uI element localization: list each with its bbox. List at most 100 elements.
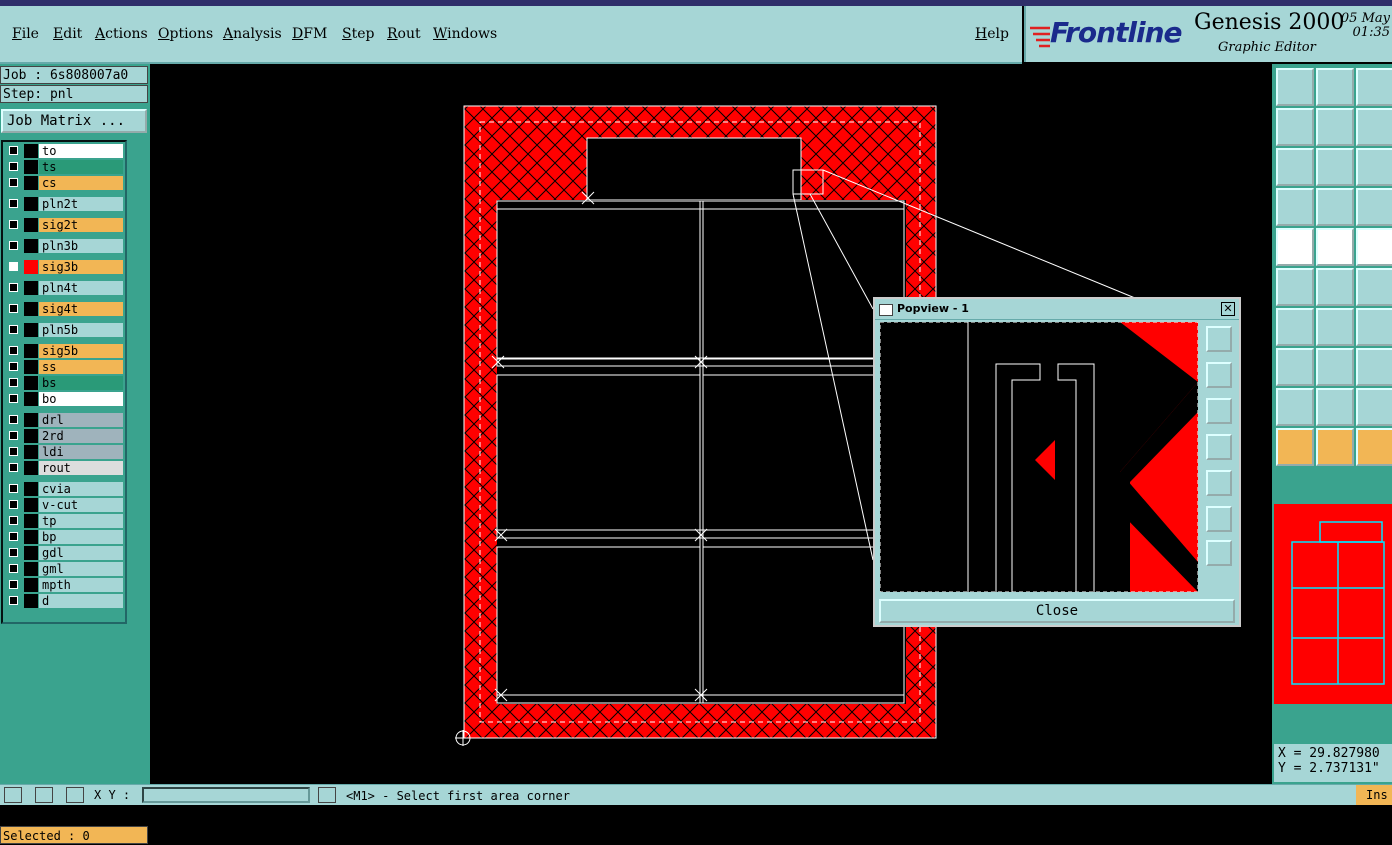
ruler-icon[interactable]	[1356, 228, 1392, 266]
layer-row-v-cut[interactable]: v-cut	[7, 498, 123, 512]
layer-name[interactable]: bp	[39, 530, 123, 544]
move-down-icon[interactable]	[1316, 68, 1354, 106]
measure-tool-icon[interactable]	[35, 787, 53, 803]
layer-name[interactable]: cs	[39, 176, 123, 190]
layer-row-ldi[interactable]: ldi	[7, 445, 123, 459]
layer-checkbox[interactable]	[9, 447, 18, 456]
layer-row-pln4t[interactable]: pln4t	[7, 281, 123, 295]
layer-name[interactable]: ss	[39, 360, 123, 374]
close-button[interactable]: Close	[879, 599, 1235, 623]
menu-help[interactable]: Help	[975, 26, 1009, 42]
popview-canvas[interactable]	[879, 321, 1199, 593]
layer-name[interactable]: d	[39, 594, 123, 608]
layer-row-pln5b[interactable]: pln5b	[7, 323, 123, 337]
expand-icon[interactable]	[1356, 348, 1392, 386]
layer-checkbox[interactable]	[9, 431, 18, 440]
layer-checkbox[interactable]	[9, 199, 18, 208]
pointer-icon[interactable]	[1276, 428, 1314, 466]
menu-options[interactable]: Options	[158, 26, 213, 42]
layer-checkbox[interactable]	[9, 516, 18, 525]
line-icon[interactable]	[1276, 308, 1314, 346]
menu-file[interactable]: File	[12, 26, 39, 42]
pad-icon[interactable]	[1276, 348, 1314, 386]
layer-name[interactable]: sig5b	[39, 344, 123, 358]
pan-up-icon[interactable]	[1206, 362, 1232, 388]
job-matrix-button[interactable]: Job Matrix ...	[1, 109, 147, 133]
layer-row-pln2t[interactable]: pln2t	[7, 197, 123, 211]
layer-checkbox[interactable]	[9, 325, 18, 334]
layer-checkbox[interactable]	[9, 463, 18, 472]
layer-name[interactable]: 2rd	[39, 429, 123, 443]
layer-name[interactable]: to	[39, 144, 123, 158]
menu-edit[interactable]: Edit	[53, 26, 82, 42]
layer-name[interactable]: rout	[39, 461, 123, 475]
layer-name[interactable]: tp	[39, 514, 123, 528]
pan-right-icon[interactable]	[1206, 470, 1232, 496]
layer-row-cs[interactable]: cs	[7, 176, 123, 190]
layer-name[interactable]: bs	[39, 376, 123, 390]
undo-icon[interactable]	[1356, 108, 1392, 146]
layer-checkbox[interactable]	[9, 580, 18, 589]
layer-row-rout[interactable]: rout	[7, 461, 123, 475]
layer-row-sig4t[interactable]: sig4t	[7, 302, 123, 316]
snap-icon[interactable]	[1276, 228, 1314, 266]
arch-icon[interactable]	[1356, 388, 1392, 426]
layer-tree-icon[interactable]	[1356, 188, 1392, 226]
menu-actions[interactable]: Actions	[95, 26, 148, 42]
layer-row-ss[interactable]: ss	[7, 360, 123, 374]
layer-name[interactable]: gml	[39, 562, 123, 576]
xy-input[interactable]	[142, 787, 310, 803]
layer-row-bs[interactable]: bs	[7, 376, 123, 390]
menu-dfm[interactable]: DFM	[292, 26, 327, 42]
zoom-fit-vertical-icon[interactable]	[1206, 540, 1232, 566]
move-up-icon[interactable]	[1276, 68, 1314, 106]
zoom-ratio-icon[interactable]	[1356, 148, 1392, 186]
layer-checkbox[interactable]	[9, 500, 18, 509]
slash-icon[interactable]	[1316, 308, 1354, 346]
layer-checkbox[interactable]	[9, 304, 18, 313]
layer-row-drl[interactable]: drl	[7, 413, 123, 427]
layer-checkbox[interactable]	[9, 378, 18, 387]
menu-rout[interactable]: Rout	[387, 26, 421, 42]
layer-name[interactable]: sig2t	[39, 218, 123, 232]
layer-row-sig2t[interactable]: sig2t	[7, 218, 123, 232]
layer-checkbox[interactable]	[9, 262, 18, 271]
layer-name[interactable]: ts	[39, 160, 123, 174]
layer-row-ts[interactable]: ts	[7, 160, 123, 174]
layer-checkbox[interactable]	[9, 394, 18, 403]
layer-name[interactable]: pln5b	[39, 323, 123, 337]
layer-name[interactable]: bo	[39, 392, 123, 406]
cross-icon[interactable]	[1316, 268, 1354, 306]
layer-name[interactable]: pln2t	[39, 197, 123, 211]
layer-checkbox[interactable]	[9, 362, 18, 371]
layer-name[interactable]: mpth	[39, 578, 123, 592]
layer-checkbox[interactable]	[9, 484, 18, 493]
grid-tool-icon[interactable]	[66, 787, 84, 803]
layer-name[interactable]: gdl	[39, 546, 123, 560]
layer-row-gml[interactable]: gml	[7, 562, 123, 576]
pan-down-icon[interactable]	[1206, 398, 1232, 424]
layer-checkbox[interactable]	[9, 346, 18, 355]
peak-icon[interactable]	[1316, 388, 1354, 426]
layer-name[interactable]: sig4t	[39, 302, 123, 316]
layer-checkbox[interactable]	[9, 596, 18, 605]
menu-analysis[interactable]: Analysis	[223, 26, 282, 42]
home-icon[interactable]	[1356, 68, 1392, 106]
select-icon[interactable]	[1316, 228, 1354, 266]
menu-step[interactable]: Step	[342, 26, 374, 42]
close-icon[interactable]: ✕	[1221, 302, 1235, 316]
layer-row-cvia[interactable]: cvia	[7, 482, 123, 496]
triangle-icon[interactable]	[1276, 388, 1314, 426]
layer-row-gdl[interactable]: gdl	[7, 546, 123, 560]
layer-checkbox[interactable]	[9, 564, 18, 573]
layer-row-tp[interactable]: tp	[7, 514, 123, 528]
overview-map[interactable]	[1274, 504, 1392, 704]
layer-name[interactable]: pln3b	[39, 239, 123, 253]
zoom-vertical-icon[interactable]	[1316, 148, 1354, 186]
layer-checkbox[interactable]	[9, 283, 18, 292]
layer-name[interactable]: v-cut	[39, 498, 123, 512]
arc-icon[interactable]	[1356, 308, 1392, 346]
layer-row-mpth[interactable]: mpth	[7, 578, 123, 592]
layer-name[interactable]: sig3b	[39, 260, 123, 274]
layer-name[interactable]: pln4t	[39, 281, 123, 295]
